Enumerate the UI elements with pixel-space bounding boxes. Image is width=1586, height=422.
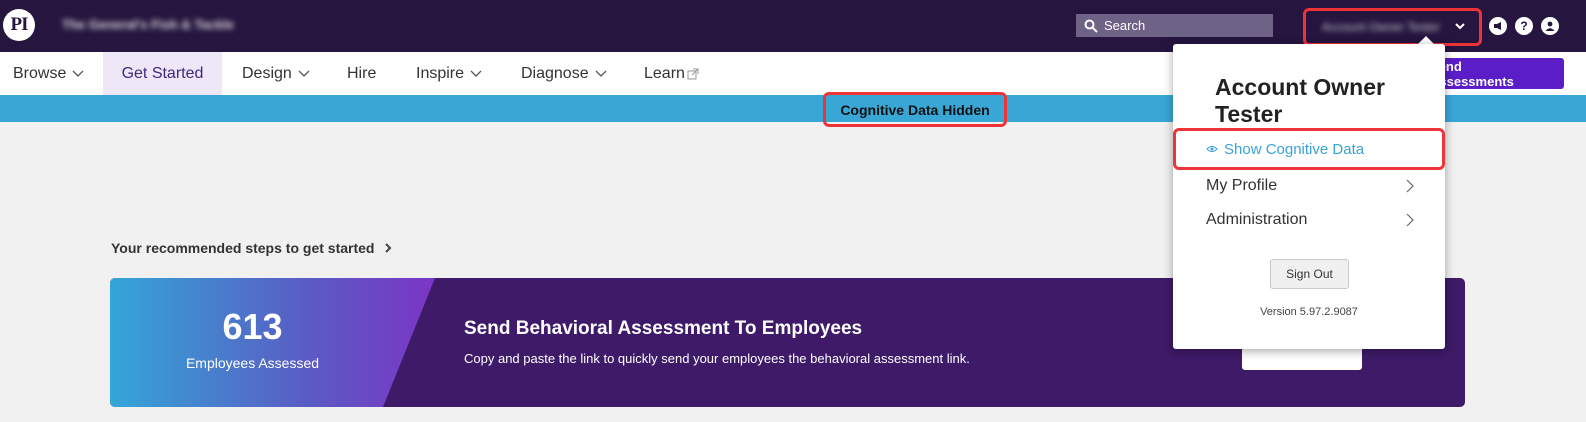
employees-assessed-count: 613 bbox=[222, 306, 283, 347]
search-input[interactable]: Search bbox=[1076, 14, 1273, 37]
account-menu-button[interactable]: Account Owner Tester bbox=[1303, 8, 1482, 46]
nav-learn[interactable]: Learn bbox=[644, 52, 699, 95]
chevron-down-icon bbox=[72, 70, 84, 77]
send-assessments-button[interactable]: Send Assessments bbox=[1430, 58, 1564, 89]
administration-label: Administration bbox=[1206, 211, 1308, 228]
nav-design[interactable]: Design bbox=[242, 52, 310, 95]
external-link-icon bbox=[687, 68, 699, 79]
nav-inspire[interactable]: Inspire bbox=[416, 52, 482, 95]
search-placeholder: Search bbox=[1104, 18, 1146, 33]
nav-label: Browse bbox=[13, 64, 67, 82]
user-icon[interactable] bbox=[1541, 17, 1559, 35]
nav-browse[interactable]: Browse bbox=[13, 52, 84, 95]
steps-label: Your recommended steps to get started bbox=[111, 240, 375, 256]
nav-hire[interactable]: Hire bbox=[347, 52, 376, 95]
sign-out-button[interactable]: Sign Out bbox=[1270, 259, 1349, 289]
organization-name: The General's Fish & Tackle bbox=[62, 17, 234, 32]
chevron-right-icon bbox=[1406, 213, 1414, 227]
cognitive-data-hidden-label: Cognitive Data Hidden bbox=[823, 92, 1007, 127]
version-label: Version 5.97.2.9087 bbox=[1260, 306, 1358, 318]
pi-logo[interactable]: PI bbox=[3, 9, 35, 41]
card-title: Send Behavioral Assessment To Employees bbox=[464, 318, 863, 339]
dropdown-account-name: Account Owner Tester bbox=[1215, 74, 1385, 127]
eye-icon bbox=[1206, 146, 1218, 152]
nav-label: Inspire bbox=[416, 64, 465, 82]
recommended-steps-link[interactable]: Your recommended steps to get started bbox=[111, 240, 392, 256]
my-profile-item[interactable]: My Profile bbox=[1206, 177, 1414, 195]
my-profile-label: My Profile bbox=[1206, 177, 1278, 194]
nav-label: Get Started bbox=[121, 64, 204, 82]
nav-get-started[interactable]: Get Started bbox=[103, 52, 222, 95]
account-dropdown: Account Owner Tester Show Cognitive Data… bbox=[1173, 44, 1445, 349]
employees-assessed-label: Employees Assessed bbox=[185, 355, 320, 371]
chevron-right-icon bbox=[385, 243, 392, 253]
help-icon[interactable]: ? bbox=[1515, 17, 1533, 35]
show-cognitive-data-link[interactable]: Show Cognitive Data bbox=[1173, 128, 1445, 170]
nav-label: Design bbox=[242, 64, 292, 82]
megaphone-icon[interactable] bbox=[1489, 17, 1507, 35]
search-icon bbox=[1084, 19, 1098, 33]
nav-diagnose[interactable]: Diagnose bbox=[521, 52, 607, 95]
nav-label: Diagnose bbox=[521, 64, 589, 82]
account-name: Account Owner Tester bbox=[1322, 20, 1440, 34]
nav-label: Hire bbox=[347, 64, 377, 82]
administration-item[interactable]: Administration bbox=[1206, 211, 1414, 229]
chevron-down-icon bbox=[470, 70, 482, 77]
card-description: Copy and paste the link to quickly send … bbox=[464, 351, 970, 366]
nav-label: Learn bbox=[644, 64, 685, 82]
chevron-down-icon bbox=[595, 70, 607, 77]
show-cognitive-label: Show Cognitive Data bbox=[1224, 140, 1365, 158]
chevron-right-icon bbox=[1406, 179, 1414, 193]
chevron-down-icon bbox=[1455, 23, 1465, 30]
chevron-down-icon bbox=[298, 70, 310, 77]
